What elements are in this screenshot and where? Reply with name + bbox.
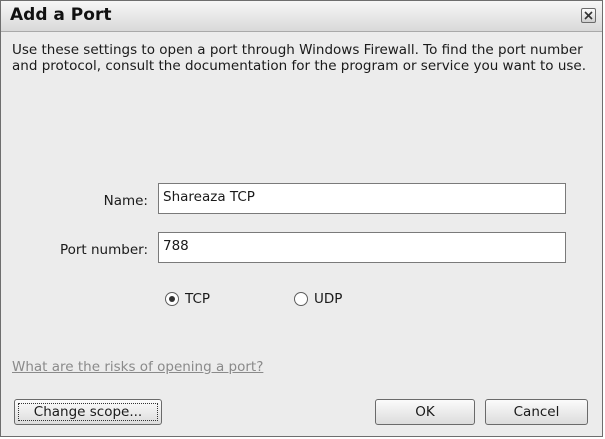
port-number-input[interactable]: 788: [158, 232, 566, 263]
dialog-title: Add a Port: [10, 5, 112, 25]
protocol-option-tcp[interactable]: TCP: [165, 291, 210, 307]
close-button[interactable]: [581, 8, 596, 23]
name-label: Name:: [103, 193, 148, 209]
protocol-option-udp[interactable]: UDP: [294, 291, 342, 307]
change-scope-label: Change scope...: [33, 404, 143, 420]
udp-radio-label: UDP: [314, 291, 343, 307]
tcp-radio[interactable]: [165, 292, 179, 306]
tcp-radio-label: TCP: [185, 291, 211, 307]
dialog-description: Use these settings to open a port throug…: [12, 42, 587, 74]
close-icon: [584, 11, 593, 20]
port-number-label: Port number:: [59, 242, 148, 258]
title-bar: Add a Port: [1, 1, 602, 32]
add-port-dialog: Add a Port Use these settings to open a …: [0, 0, 603, 437]
name-input[interactable]: Shareaza TCP: [158, 183, 566, 214]
cancel-button[interactable]: Cancel: [485, 399, 588, 425]
ok-button[interactable]: OK: [375, 399, 475, 425]
risks-help-link[interactable]: What are the risks of opening a port?: [12, 359, 263, 375]
change-scope-button[interactable]: Change scope...: [14, 399, 162, 425]
udp-radio[interactable]: [294, 292, 308, 306]
